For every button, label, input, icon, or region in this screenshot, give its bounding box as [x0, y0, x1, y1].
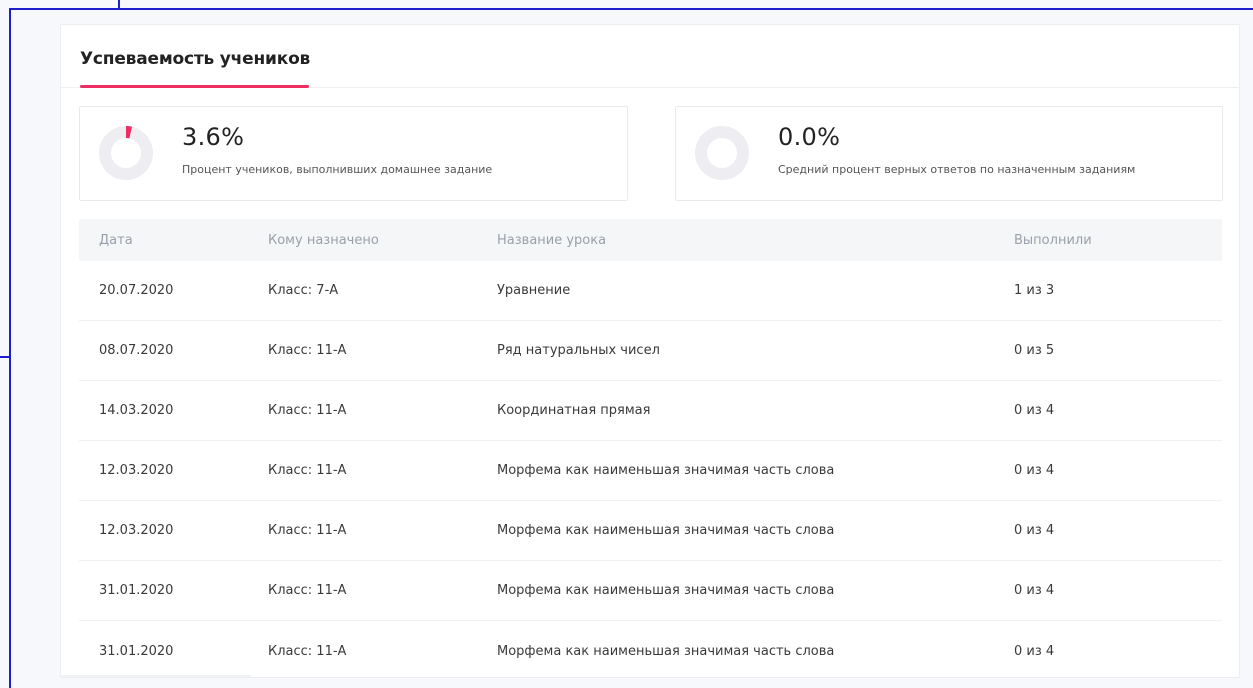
- cell-assigned-to: Класс: 11-А: [268, 583, 347, 598]
- column-header-date: Дата: [99, 232, 133, 248]
- correct-answers-card: 0.0% Средний процент верных ответов по н…: [675, 106, 1223, 201]
- student-performance-panel: Успеваемость учеников 3.6% Процент учени…: [60, 24, 1241, 681]
- cell-lesson-name: Морфема как наименьшая значимая часть сл…: [497, 463, 835, 478]
- cell-completed: 0 из 4: [1014, 403, 1055, 418]
- cell-lesson-name: Уравнение: [497, 283, 571, 298]
- correct-answers-value: 0.0%: [778, 123, 841, 151]
- active-tab-indicator: [80, 85, 309, 88]
- cell-completed: 0 из 5: [1014, 343, 1055, 358]
- homework-completion-label: Процент учеников, выполнивших домашнее з…: [182, 163, 493, 176]
- table-row[interactable]: 12.03.2020 Класс: 11-А Морфема как наиме…: [79, 441, 1222, 501]
- donut-track: [695, 126, 749, 180]
- cell-lesson-name: Морфема как наименьшая значимая часть сл…: [497, 583, 835, 598]
- selection-frame-left: [9, 8, 11, 688]
- cell-date: 20.07.2020: [99, 283, 174, 298]
- table-row[interactable]: 14.03.2020 Класс: 11-А Координатная прям…: [79, 381, 1222, 441]
- cell-completed: 0 из 4: [1014, 583, 1055, 598]
- column-header-lesson-name: Название урока: [497, 232, 607, 248]
- cell-completed: 0 из 4: [1014, 463, 1055, 478]
- cell-date: 14.03.2020: [99, 403, 174, 418]
- cell-assigned-to: Класс: 11-А: [268, 643, 347, 659]
- cell-assigned-to: Класс: 11-А: [268, 343, 347, 358]
- selection-frame-top: [9, 8, 1253, 10]
- table-row[interactable]: 31.01.2020 Класс: 11-А Морфема как наиме…: [79, 621, 1222, 681]
- table-row[interactable]: 12.03.2020 Класс: 11-А Морфема как наиме…: [79, 501, 1222, 561]
- homework-completion-value: 3.6%: [182, 123, 245, 151]
- cell-assigned-to: Класс: 11-А: [268, 403, 347, 418]
- column-header-completed: Выполнили: [1014, 232, 1092, 248]
- table-row[interactable]: 31.01.2020 Класс: 11-А Морфема как наиме…: [79, 561, 1222, 621]
- cell-lesson-name: Морфема как наименьшая значимая часть сл…: [497, 643, 835, 659]
- cell-date: 12.03.2020: [99, 463, 174, 478]
- cell-date: 31.01.2020: [99, 583, 174, 598]
- correct-answers-donut: [695, 126, 749, 180]
- cell-completed: 1 из 3: [1014, 283, 1055, 298]
- homework-completion-card: 3.6% Процент учеников, выполнивших домаш…: [79, 106, 628, 201]
- panel-header: Успеваемость учеников: [61, 25, 1241, 88]
- selection-frame-connector: [0, 356, 10, 358]
- cell-assigned-to: Класс: 11-А: [268, 523, 347, 538]
- horizontal-scrollbar[interactable]: [61, 675, 251, 677]
- cell-lesson-name: Координатная прямая: [497, 403, 651, 418]
- cell-date: 12.03.2020: [99, 523, 174, 538]
- table-row[interactable]: 20.07.2020 Класс: 7-А Уравнение 1 из 3: [79, 261, 1222, 321]
- table-header: Дата Кому назначено Название урока Выпол…: [79, 219, 1222, 261]
- assignments-table: Дата Кому назначено Название урока Выпол…: [79, 219, 1222, 681]
- donut-track: [99, 126, 153, 180]
- cell-completed: 0 из 4: [1014, 643, 1055, 659]
- column-header-assigned-to: Кому назначено: [268, 232, 379, 248]
- page-title[interactable]: Успеваемость учеников: [80, 49, 310, 69]
- correct-answers-label: Средний процент верных ответов по назнач…: [778, 163, 1136, 176]
- table-row[interactable]: 08.07.2020 Класс: 11-А Ряд натуральных ч…: [79, 321, 1222, 381]
- cell-assigned-to: Класс: 11-А: [268, 463, 347, 478]
- cell-date: 31.01.2020: [99, 643, 174, 659]
- cell-lesson-name: Морфема как наименьшая значимая часть сл…: [497, 523, 835, 538]
- cell-completed: 0 из 4: [1014, 523, 1055, 538]
- cell-assigned-to: Класс: 7-А: [268, 283, 339, 298]
- cell-lesson-name: Ряд натуральных чисел: [497, 343, 660, 358]
- cell-date: 08.07.2020: [99, 343, 174, 358]
- homework-completion-donut: [99, 126, 153, 180]
